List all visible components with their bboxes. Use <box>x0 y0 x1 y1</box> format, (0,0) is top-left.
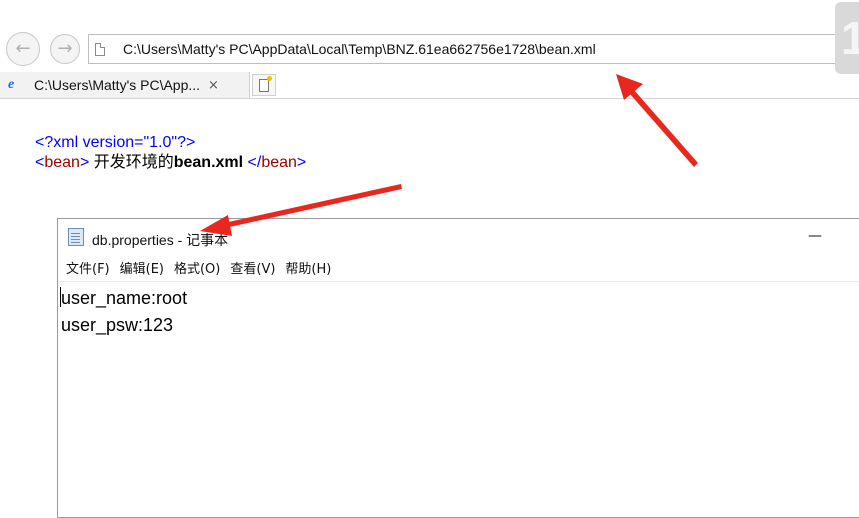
menu-view[interactable]: 查看(V) <box>230 259 275 281</box>
xml-open-gt: > <box>79 154 90 171</box>
xml-open-tag: bean <box>44 154 80 171</box>
notepad-titlebar[interactable]: db.properties - 记事本 — <box>58 219 859 257</box>
notepad-icon <box>68 228 84 246</box>
notepad-title: db.properties - 记事本 <box>92 232 229 248</box>
xml-open-lt: < <box>35 154 45 171</box>
menu-help[interactable]: 帮助(H) <box>285 259 331 281</box>
menu-file[interactable]: 文件(F) <box>66 259 110 281</box>
tab-title: C:\Users\Matty's PC\App... <box>34 77 201 93</box>
page-icon <box>95 42 105 56</box>
tab-close-button[interactable]: × <box>208 78 219 93</box>
address-text: C:\Users\Matty's PC\AppData\Local\Temp\B… <box>123 41 596 57</box>
back-button[interactable]: ← <box>6 32 40 66</box>
menu-edit[interactable]: 编辑(E) <box>120 259 164 281</box>
minimize-button[interactable]: — <box>808 228 822 244</box>
address-bar[interactable]: C:\Users\Matty's PC\AppData\Local\Temp\B… <box>88 34 859 64</box>
xml-bean-line: <bean> 开发环境的bean.xml </bean> <box>35 153 306 173</box>
corner-badge: 1 <box>835 2 859 74</box>
new-tab-button[interactable] <box>252 74 276 96</box>
tab-bar: e C:\Users\Matty's PC\App... × <box>0 72 859 99</box>
menu-format[interactable]: 格式(O) <box>174 259 220 281</box>
new-tab-icon <box>259 75 272 92</box>
xml-close-gt: > <box>296 154 307 171</box>
xml-declaration: <?xml version="1.0"?> <box>35 134 196 151</box>
tab-bean-xml[interactable]: e C:\Users\Matty's PC\App... × <box>0 72 250 98</box>
forward-icon: → <box>57 38 73 59</box>
ie-icon: e <box>8 77 15 92</box>
notepad-text-area[interactable]: user_name:root user_psw:123 <box>61 285 187 339</box>
corner-badge-text: 1 <box>841 12 859 64</box>
xml-text: 开发环境的 <box>89 154 174 171</box>
arrow-shaft <box>630 90 698 167</box>
text-line: user_psw:123 <box>61 315 174 335</box>
xml-close-lt: </ <box>243 154 262 171</box>
text-line: user_name:root <box>61 288 188 308</box>
xml-bold-text: bean.xml <box>173 154 244 171</box>
forward-button[interactable]: → <box>50 34 80 64</box>
back-icon: ← <box>15 38 31 59</box>
xml-content: <?xml version="1.0"?> <bean> 开发环境的bean.x… <box>35 133 306 173</box>
notepad-menubar: 文件(F) 编辑(E) 格式(O) 查看(V) 帮助(H) <box>58 259 859 282</box>
xml-close-tag: bean <box>261 154 297 171</box>
notepad-window: db.properties - 记事本 — 文件(F) 编辑(E) 格式(O) … <box>57 218 859 518</box>
